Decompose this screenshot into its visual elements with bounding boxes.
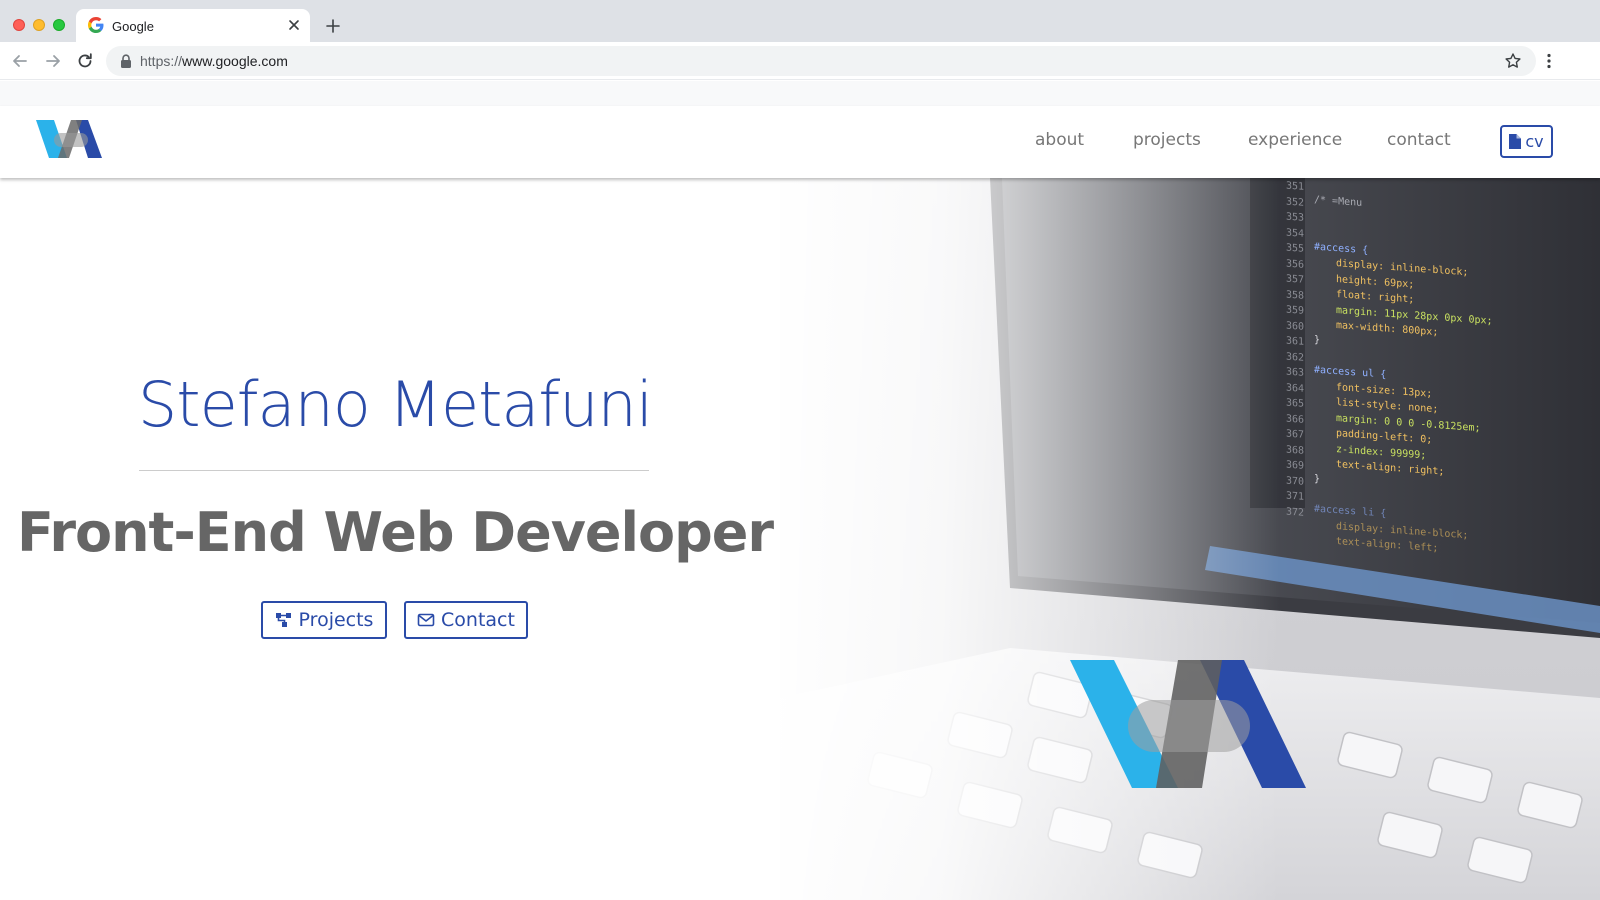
line-number: 365 [1285,397,1304,410]
browser-tab[interactable]: Google [76,9,310,42]
line-number: 351 [1285,180,1304,193]
hero-section: 351 352 353 354 355 356 357 358 359 360 … [0,178,1600,900]
line-number: 362 [1285,351,1304,364]
minimize-window-button[interactable] [33,19,45,31]
line-number: 370 [1285,475,1304,488]
line-number: 354 [1285,227,1304,240]
cv-button[interactable]: cv [1500,125,1553,158]
star-icon[interactable] [1504,52,1522,70]
url-host: www.google.com [182,53,288,69]
line-number: 355 [1285,242,1304,255]
projects-button[interactable]: Projects [261,601,387,639]
code-lines: /* =Menu #access { display: inline-block… [1314,193,1574,567]
hero-role: Front-End Web Developer [16,501,774,564]
line-number: 357 [1285,273,1304,286]
nav-experience-link[interactable]: experience [1248,130,1342,150]
tab-title: Google [112,19,154,34]
hero-fade-overlay [760,178,1280,900]
browser-tab-strip: Google [0,0,1600,42]
google-favicon-icon [88,17,104,33]
brand-logo-large [1070,660,1306,788]
reload-icon[interactable] [75,51,95,71]
line-number: 361 [1285,335,1304,348]
file-icon [1509,134,1522,149]
nav-projects-link[interactable]: projects [1133,130,1201,150]
back-arrow-icon[interactable] [10,51,30,71]
browser-toolbar: https://www.google.com [0,42,1600,80]
line-number: 369 [1285,459,1304,472]
vertical-dots-icon[interactable] [1540,52,1558,70]
plus-icon[interactable] [324,17,342,35]
lock-icon [121,54,131,68]
contact-button-label: Contact [441,609,515,631]
line-number: 359 [1285,304,1304,317]
line-number: 352 [1285,196,1304,209]
line-number: 358 [1285,289,1304,302]
line-number: 371 [1285,490,1304,503]
line-number: 368 [1285,444,1304,457]
page-top-gap [0,81,1600,106]
site-header: about projects experience contact cv [0,106,1600,178]
hero-divider [139,470,649,471]
line-number: 363 [1285,366,1304,379]
code-line-numbers: 351 352 353 354 355 356 357 358 359 360 … [1278,178,1304,521]
nav-contact-link[interactable]: contact [1387,130,1451,150]
url-text: https://www.google.com [140,53,288,69]
projects-button-label: Projects [298,609,374,631]
code-editor-overlay: 351 352 353 354 355 356 357 358 359 360 … [1278,178,1578,579]
line-number: 367 [1285,428,1304,441]
contact-button[interactable]: Contact [404,601,528,639]
line-number: 360 [1285,320,1304,333]
sitemap-icon [275,613,291,627]
address-bar[interactable]: https://www.google.com [106,46,1536,76]
hero-name: Stefano Metafuni [137,368,653,441]
envelope-icon [417,613,435,627]
line-number: 372 [1285,506,1304,519]
nav-about-link[interactable]: about [1035,130,1084,150]
close-window-button[interactable] [13,19,25,31]
close-icon[interactable] [286,17,302,33]
site-logo[interactable] [36,120,104,158]
forward-arrow-icon[interactable] [43,51,63,71]
line-number: 366 [1285,413,1304,426]
line-number: 353 [1285,211,1304,224]
url-scheme: https:// [140,53,183,69]
line-number: 356 [1285,258,1304,271]
cv-label: cv [1525,132,1544,151]
maximize-window-button[interactable] [53,19,65,31]
line-number: 364 [1285,382,1304,395]
